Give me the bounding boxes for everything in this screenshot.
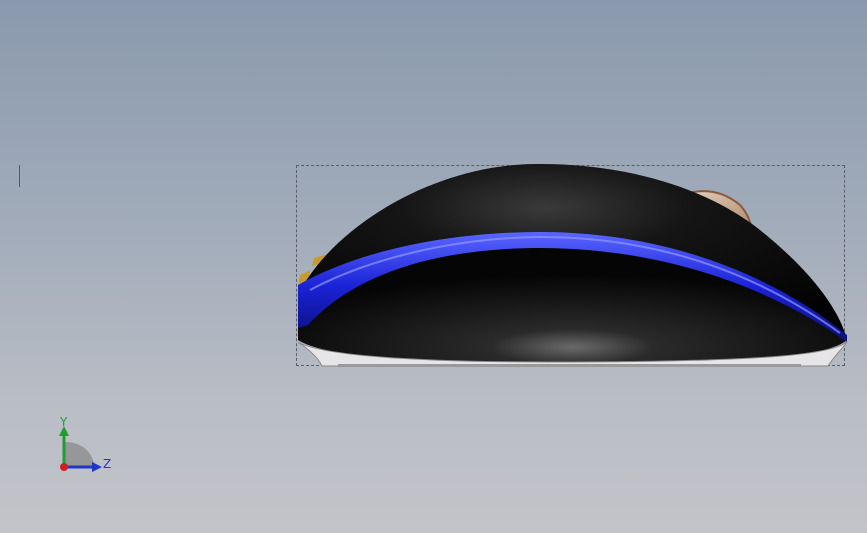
- y-axis-label: Y: [60, 415, 68, 429]
- graphics-viewport[interactable]: Y Z: [0, 0, 867, 533]
- origin-dot: [60, 463, 68, 471]
- z-axis-label: Z: [103, 457, 112, 471]
- text-caret: [19, 165, 20, 187]
- triad-plane: [64, 442, 95, 467]
- feet-strip: [338, 364, 801, 367]
- mouse-model[interactable]: [290, 150, 867, 380]
- z-axis-arrow: [92, 462, 102, 472]
